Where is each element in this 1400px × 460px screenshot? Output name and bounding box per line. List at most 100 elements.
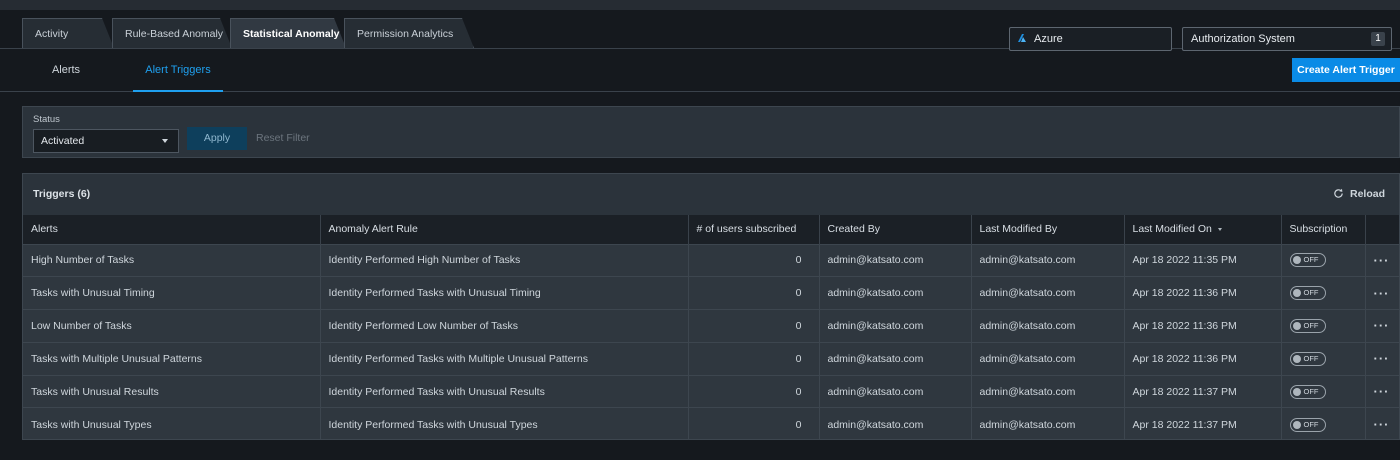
tab-activity[interactable]: Activity <box>22 18 114 48</box>
alert-name-cell[interactable]: Tasks with Unusual Timing <box>23 276 321 310</box>
row-actions-cell: ··· <box>1365 374 1399 408</box>
row-actions-cell: ··· <box>1365 276 1399 310</box>
column-header-label: Last Modified On <box>1132 223 1212 236</box>
triggers-table: Alerts Anomaly Alert Rule # of users sub… <box>23 215 1399 439</box>
tab-permission-analytics[interactable]: Permission Analytics <box>344 18 474 48</box>
column-header-actions <box>1365 215 1399 244</box>
last-modified-on-cell: Apr 18 2022 11:35 PM <box>1124 243 1282 277</box>
tab-rule-based-anomaly[interactable]: Rule-Based Anomaly <box>112 18 232 48</box>
last-modified-on-cell: Apr 18 2022 11:36 PM <box>1124 276 1282 310</box>
subscription-toggle[interactable]: OFF <box>1289 351 1326 366</box>
toggle-knob <box>1292 256 1301 265</box>
subscription-toggle[interactable]: OFF <box>1289 286 1326 301</box>
cloud-provider-select[interactable]: Azure <box>1009 27 1172 51</box>
apply-button[interactable]: Apply <box>187 127 247 150</box>
alert-rule-cell: Identity Performed High Number of Tasks <box>320 243 689 277</box>
subscription-toggle[interactable]: OFF <box>1289 384 1326 399</box>
filter-panel: Status Activated Apply Reset Filter <box>22 106 1400 158</box>
column-header-last-modified-by[interactable]: Last Modified By <box>971 215 1125 244</box>
more-icon[interactable]: ··· <box>1374 417 1390 432</box>
create-alert-trigger-button[interactable]: Create Alert Trigger <box>1292 58 1400 82</box>
users-subscribed-cell: 0 <box>688 309 820 343</box>
alert-rule-cell: Identity Performed Tasks with Multiple U… <box>320 341 689 376</box>
subtab-alert-triggers[interactable]: Alert Triggers <box>133 49 223 92</box>
alert-rule-cell: Identity Performed Tasks with Unusual Re… <box>320 374 689 408</box>
toggle-label: OFF <box>1303 320 1319 330</box>
alert-rule-cell: Identity Performed Low Number of Tasks <box>320 309 689 343</box>
toggle-label: OFF <box>1303 353 1319 363</box>
toggle-label: OFF <box>1303 255 1319 265</box>
column-header-alerts[interactable]: Alerts <box>23 215 321 244</box>
subscription-toggle[interactable]: OFF <box>1289 417 1326 432</box>
toggle-label: OFF <box>1303 386 1319 396</box>
reset-filter-button[interactable]: Reset Filter <box>256 127 310 150</box>
table-row[interactable]: Tasks with Unusual Types Identity Perform… <box>23 407 1399 439</box>
tab-label: Permission Analytics <box>357 28 454 40</box>
reload-button[interactable]: Reload <box>1333 188 1385 200</box>
row-actions-cell: ··· <box>1365 407 1399 439</box>
reload-label: Reload <box>1349 188 1385 200</box>
alert-name-cell[interactable]: Tasks with Unusual Results <box>23 374 321 408</box>
last-modified-on-cell: Apr 18 2022 11:36 PM <box>1124 341 1282 376</box>
tab-statistical-anomaly[interactable]: Statistical Anomaly <box>230 18 346 48</box>
last-modified-by-cell: admin@katsato.com <box>971 309 1125 343</box>
status-filter-label: Status <box>33 114 60 125</box>
column-header-created-by[interactable]: Created By <box>819 215 972 244</box>
panel-title: Triggers (6) <box>33 188 91 200</box>
toggle-label: OFF <box>1303 419 1319 429</box>
table-row[interactable]: Low Number of Tasks Identity Performed Lo… <box>23 309 1399 343</box>
cloud-provider-value: Azure <box>1034 33 1063 45</box>
azure-icon <box>1018 34 1026 42</box>
authorization-system-count: 1 <box>1371 32 1385 46</box>
last-modified-by-cell: admin@katsato.com <box>971 374 1125 408</box>
more-icon[interactable]: ··· <box>1374 318 1390 333</box>
users-subscribed-cell: 0 <box>688 341 820 376</box>
last-modified-by-cell: admin@katsato.com <box>971 243 1125 277</box>
authorization-system-select[interactable]: Authorization System 1 <box>1182 27 1392 51</box>
subscription-toggle[interactable]: OFF <box>1289 318 1326 333</box>
alert-name-cell[interactable]: Tasks with Multiple Unusual Patterns <box>23 341 321 376</box>
row-actions-cell: ··· <box>1365 341 1399 376</box>
more-icon[interactable]: ··· <box>1374 384 1390 399</box>
subscription-cell: OFF <box>1281 341 1366 376</box>
created-by-cell: admin@katsato.com <box>819 309 972 343</box>
created-by-cell: admin@katsato.com <box>819 407 972 439</box>
created-by-cell: admin@katsato.com <box>819 243 972 277</box>
alert-rule-cell: Identity Performed Tasks with Unusual Ti… <box>320 276 689 310</box>
tab-label: Statistical Anomaly <box>243 28 340 40</box>
table-row[interactable]: High Number of Tasks Identity Performed H… <box>23 243 1399 277</box>
toggle-knob <box>1292 321 1301 330</box>
created-by-cell: admin@katsato.com <box>819 341 972 376</box>
more-icon[interactable]: ··· <box>1374 253 1390 268</box>
column-header-last-modified-on[interactable]: Last Modified On <box>1124 215 1282 244</box>
column-header-users-subscribed[interactable]: # of users subscribed <box>688 215 820 244</box>
subscription-cell: OFF <box>1281 243 1366 277</box>
users-subscribed-cell: 0 <box>688 276 820 310</box>
users-subscribed-cell: 0 <box>688 374 820 408</box>
tab-label: Activity <box>35 28 69 40</box>
column-header-anomaly-alert-rule[interactable]: Anomaly Alert Rule <box>320 215 689 244</box>
alert-name-cell[interactable]: Low Number of Tasks <box>23 309 321 343</box>
created-by-cell: admin@katsato.com <box>819 374 972 408</box>
users-subscribed-cell: 0 <box>688 407 820 439</box>
toggle-knob <box>1292 289 1301 298</box>
toggle-knob <box>1292 420 1301 429</box>
status-select-value: Activated <box>41 135 85 147</box>
subscription-cell: OFF <box>1281 407 1366 439</box>
column-header-subscription[interactable]: Subscription <box>1281 215 1366 244</box>
reload-icon <box>1334 188 1343 198</box>
alert-name-cell[interactable]: Tasks with Unusual Types <box>23 407 321 439</box>
sub-navigation: Alerts Alert Triggers Create Alert Trigg… <box>0 49 1400 92</box>
table-row[interactable]: Tasks with Multiple Unusual Patterns Iden… <box>23 341 1399 376</box>
row-actions-cell: ··· <box>1365 243 1399 277</box>
table-row[interactable]: Tasks with Unusual Results Identity Perfo… <box>23 374 1399 408</box>
sort-desc-icon <box>1217 228 1222 232</box>
more-icon[interactable]: ··· <box>1374 351 1390 366</box>
status-select[interactable]: Activated <box>33 129 179 153</box>
table-row[interactable]: Tasks with Unusual Timing Identity Perfor… <box>23 276 1399 310</box>
subtab-alerts[interactable]: Alerts <box>38 49 94 90</box>
more-icon[interactable]: ··· <box>1374 286 1390 301</box>
subscription-toggle[interactable]: OFF <box>1289 253 1326 268</box>
row-actions-cell: ··· <box>1365 309 1399 343</box>
alert-name-cell[interactable]: High Number of Tasks <box>23 243 321 277</box>
